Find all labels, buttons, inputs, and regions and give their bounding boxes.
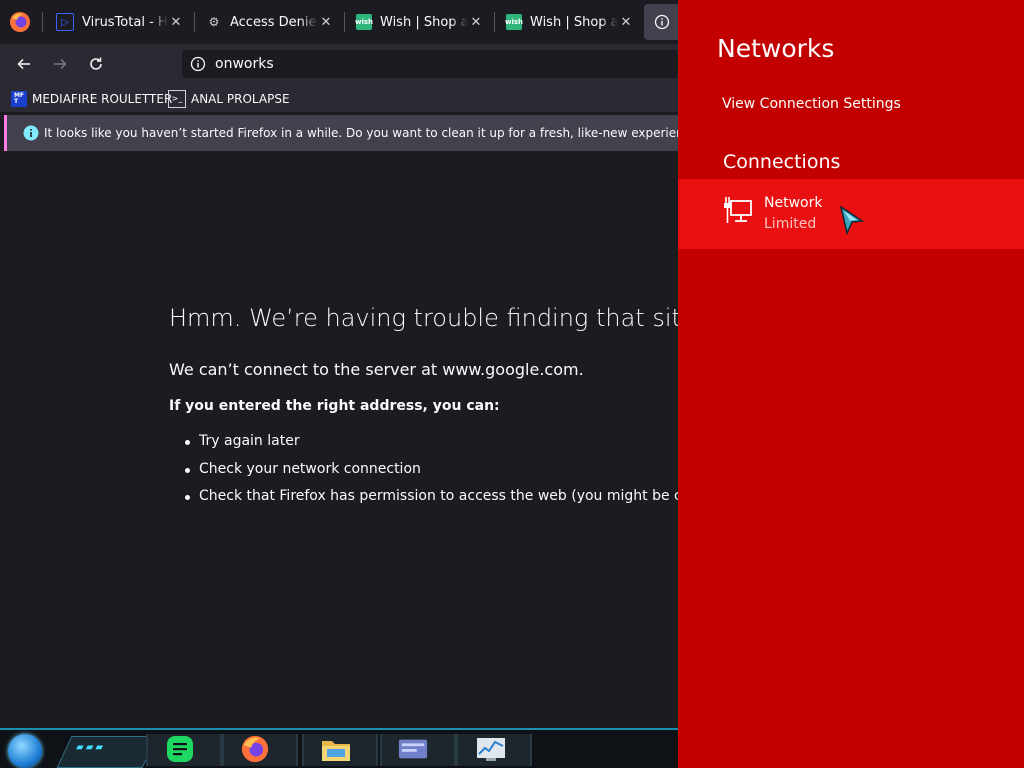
tab-virustotal[interactable]: ▷ VirusTotal - Home ✕ [46,4,192,40]
forward-button[interactable] [48,52,72,76]
terminal-icon: >_ [168,90,186,108]
start-orb-button[interactable] [8,734,42,768]
tab-wish-1[interactable]: wish Wish | Shop and Save ✕ [346,4,492,40]
tab-access-denied[interactable]: ⚙ Access Denied ✕ [196,4,342,40]
control-panel-icon[interactable] [398,734,428,764]
suggestion-list: Try again later Check your network conne… [169,433,678,516]
taskbar-decoration [56,736,158,768]
tab-label: Access Denied [230,14,318,30]
bookmark-label: MEDIAFIRE ROULETTER [32,92,173,106]
file-explorer-icon[interactable] [321,734,351,764]
reload-icon [90,57,102,70]
site-info-icon[interactable] [190,56,206,72]
info-icon [654,14,670,30]
notification-text: It looks like you haven’t started Firefo… [44,126,678,140]
firefox-menu-icon[interactable] [8,10,32,34]
back-arrow-icon [17,58,30,70]
mediafire-icon: MF T [11,91,27,107]
notification-bar: It looks like you haven’t started Firefo… [4,115,678,151]
close-icon[interactable]: ✕ [468,15,484,30]
wired-network-icon [724,197,752,223]
list-item: Check that Firefox has permission to acc… [185,488,678,516]
error-subtitle: If you entered the right address, you ca… [169,398,500,414]
tab-active[interactable]: S [644,4,678,40]
tab-label: Wish | Shop and Save [530,14,618,30]
tab-strip: ▷ VirusTotal - Home ✕ ⚙ Access Denied ✕ … [0,0,678,44]
error-description: We can’t connect to the server at www.go… [169,360,584,379]
view-connection-settings-link[interactable]: View Connection Settings [722,96,901,112]
networks-title: Networks [717,34,835,63]
bookmark-mediafire[interactable]: MF T MEDIAFIRE ROULETTER [11,90,172,108]
connections-heading: Connections [723,151,841,173]
list-item: Check your network connection [185,461,678,489]
bookmarks-toolbar: MF T MEDIAFIRE ROULETTER >_ ANAL PROLAPSE [0,84,678,112]
task-manager-icon[interactable] [476,734,506,764]
network-name: Network [764,195,823,211]
firefox-window: ▷ VirusTotal - Home ✕ ⚙ Access Denied ✕ … [0,0,678,728]
wish-icon: wish [355,14,373,30]
bookmark-label: ANAL PROLAPSE [191,92,290,106]
url-text[interactable]: onworks [215,56,274,72]
bookmark-anal-prolapse[interactable]: >_ ANAL PROLAPSE [168,90,290,108]
tab-label: VirusTotal - Home [82,14,168,30]
close-icon[interactable]: ✕ [168,15,184,30]
notes-app-icon[interactable] [165,734,195,764]
list-item: Try again later [185,433,678,461]
taskbar: ▰▰▰ [0,728,678,768]
network-connection-item[interactable]: Network Limited [678,179,1024,249]
virustotal-icon: ▷ [56,13,74,31]
back-button[interactable] [12,52,36,76]
reload-button[interactable] [84,52,108,76]
access-denied-icon: ⚙ [208,15,220,29]
error-title: Hmm. We’re having trouble finding that s… [169,304,678,332]
info-icon [23,125,39,141]
error-page: Hmm. We’re having trouble finding that s… [0,156,678,728]
forward-arrow-icon [54,58,67,70]
address-bar[interactable]: onworks [182,50,678,78]
tab-label: Wish | Shop and Save [380,14,468,30]
firefox-taskbar-icon[interactable] [240,734,270,764]
close-icon[interactable]: ✕ [618,15,634,30]
network-status: Limited [764,216,817,232]
networks-flyout: Networks View Connection Settings Connec… [678,0,1024,768]
tab-wish-2[interactable]: wish Wish | Shop and Save ✕ [496,4,642,40]
navigation-toolbar: onworks [0,44,678,84]
wish-icon: wish [505,14,523,30]
mouse-cursor-icon [839,205,865,235]
taskbar-dots-icon: ▰▰▰ [76,742,106,753]
close-icon[interactable]: ✕ [318,15,334,30]
